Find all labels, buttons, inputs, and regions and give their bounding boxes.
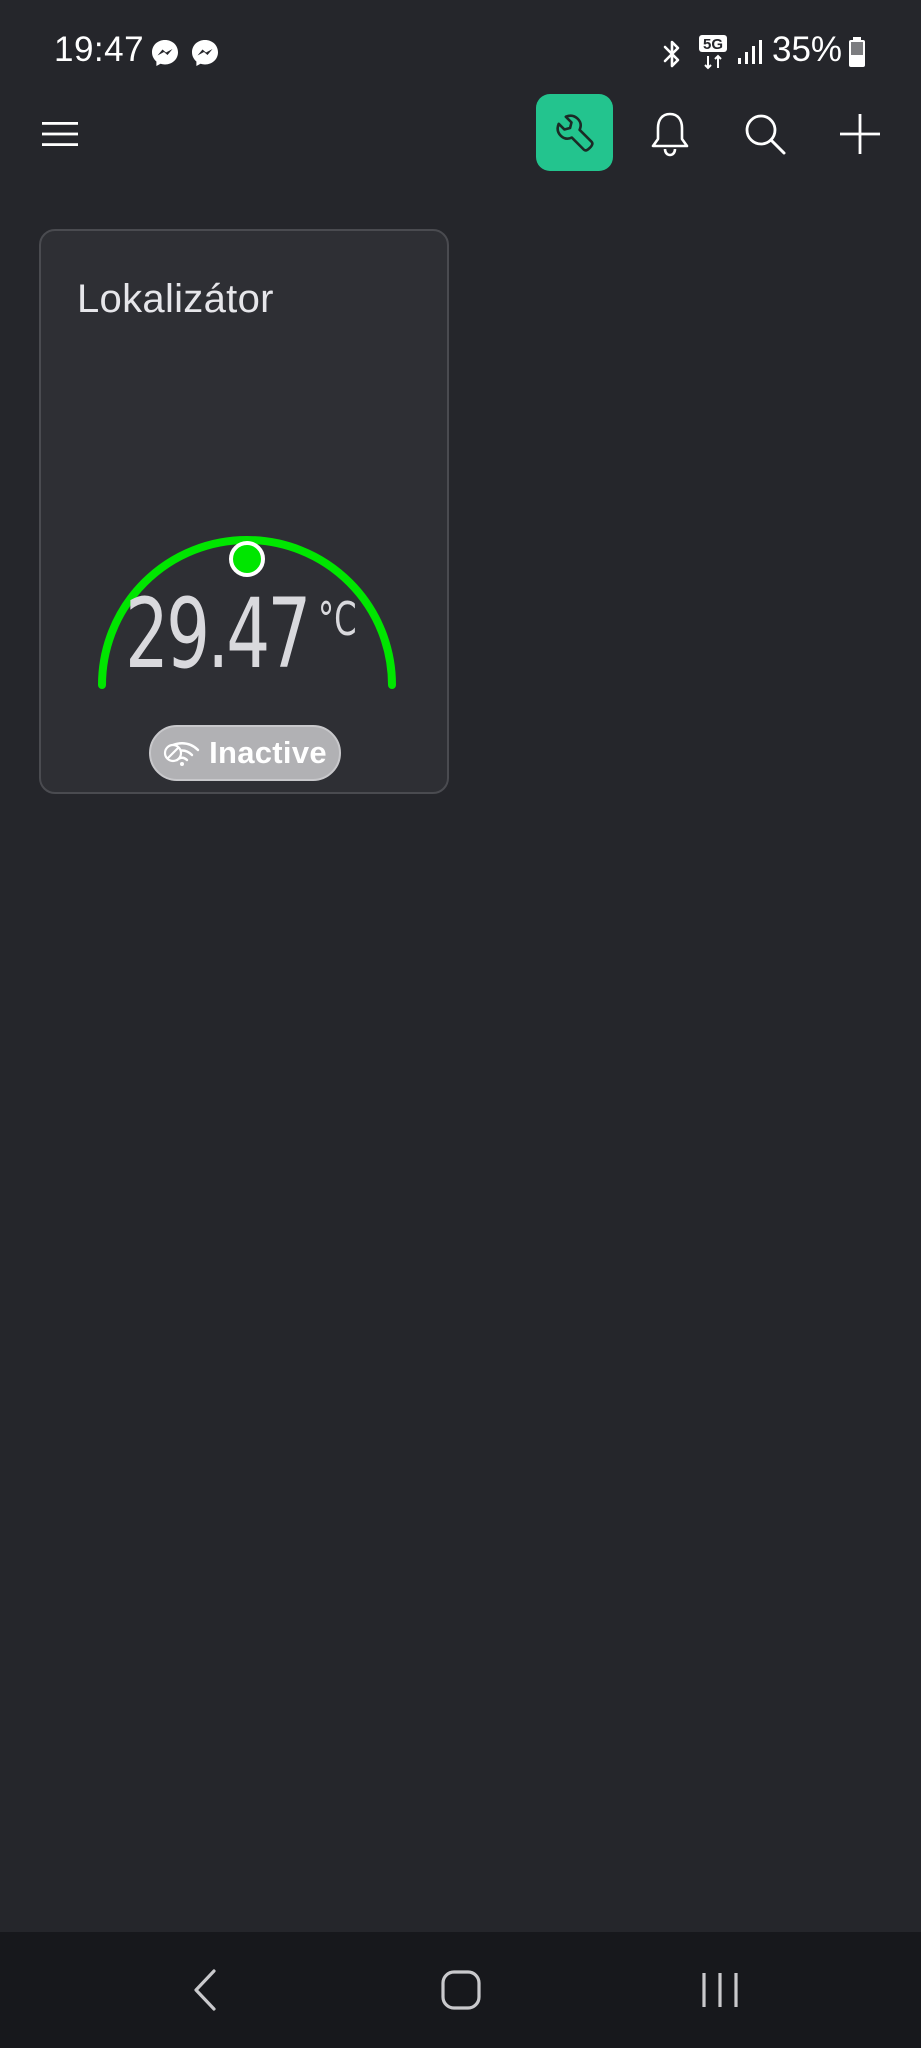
battery-percent: 35% xyxy=(772,30,843,69)
network-badge-text: 5G xyxy=(703,36,723,53)
system-navigation-bar xyxy=(0,1932,921,2048)
messenger-icon xyxy=(192,40,218,66)
gauge-indicator xyxy=(229,541,265,577)
messenger-icon xyxy=(152,40,178,66)
wifi-off-icon xyxy=(163,742,200,766)
notifications-button[interactable] xyxy=(640,104,700,164)
battery-icon xyxy=(849,37,865,67)
device-status-label: Inactive xyxy=(209,735,327,770)
recent-apps-icon xyxy=(702,1973,738,2007)
search-button[interactable] xyxy=(735,104,795,164)
bluetooth-icon xyxy=(663,40,680,68)
add-button[interactable] xyxy=(830,104,890,164)
signal-strength-icon xyxy=(738,40,762,64)
app-screen: 19:47 5G 35% Lokalizátor 29.47 °C Inacti… xyxy=(0,0,921,2048)
gauge xyxy=(98,536,396,689)
status-bar: 19:47 5G 35% xyxy=(0,0,921,104)
recent-apps-button[interactable] xyxy=(660,1932,780,2048)
developer-tools-button[interactable] xyxy=(536,94,613,171)
device-status-badge: Inactive xyxy=(149,725,341,781)
back-icon xyxy=(194,1969,216,2011)
back-button[interactable] xyxy=(145,1932,265,2048)
bell-icon xyxy=(651,112,689,157)
search-icon xyxy=(745,114,786,155)
wrench-icon xyxy=(555,113,594,152)
plus-icon xyxy=(840,114,880,154)
status-time: 19:47 xyxy=(54,30,145,69)
hamburger-menu-icon xyxy=(42,122,78,146)
5g-data-icon: 5G xyxy=(699,35,727,70)
home-button[interactable] xyxy=(401,1932,521,2048)
menu-button[interactable] xyxy=(30,104,90,164)
gauge-value: 29.47 xyxy=(125,578,311,690)
home-icon xyxy=(441,1970,481,2010)
gauge-unit: °C xyxy=(318,592,357,646)
device-widget-card[interactable]: Lokalizátor 29.47 °C Inactive xyxy=(39,229,449,794)
